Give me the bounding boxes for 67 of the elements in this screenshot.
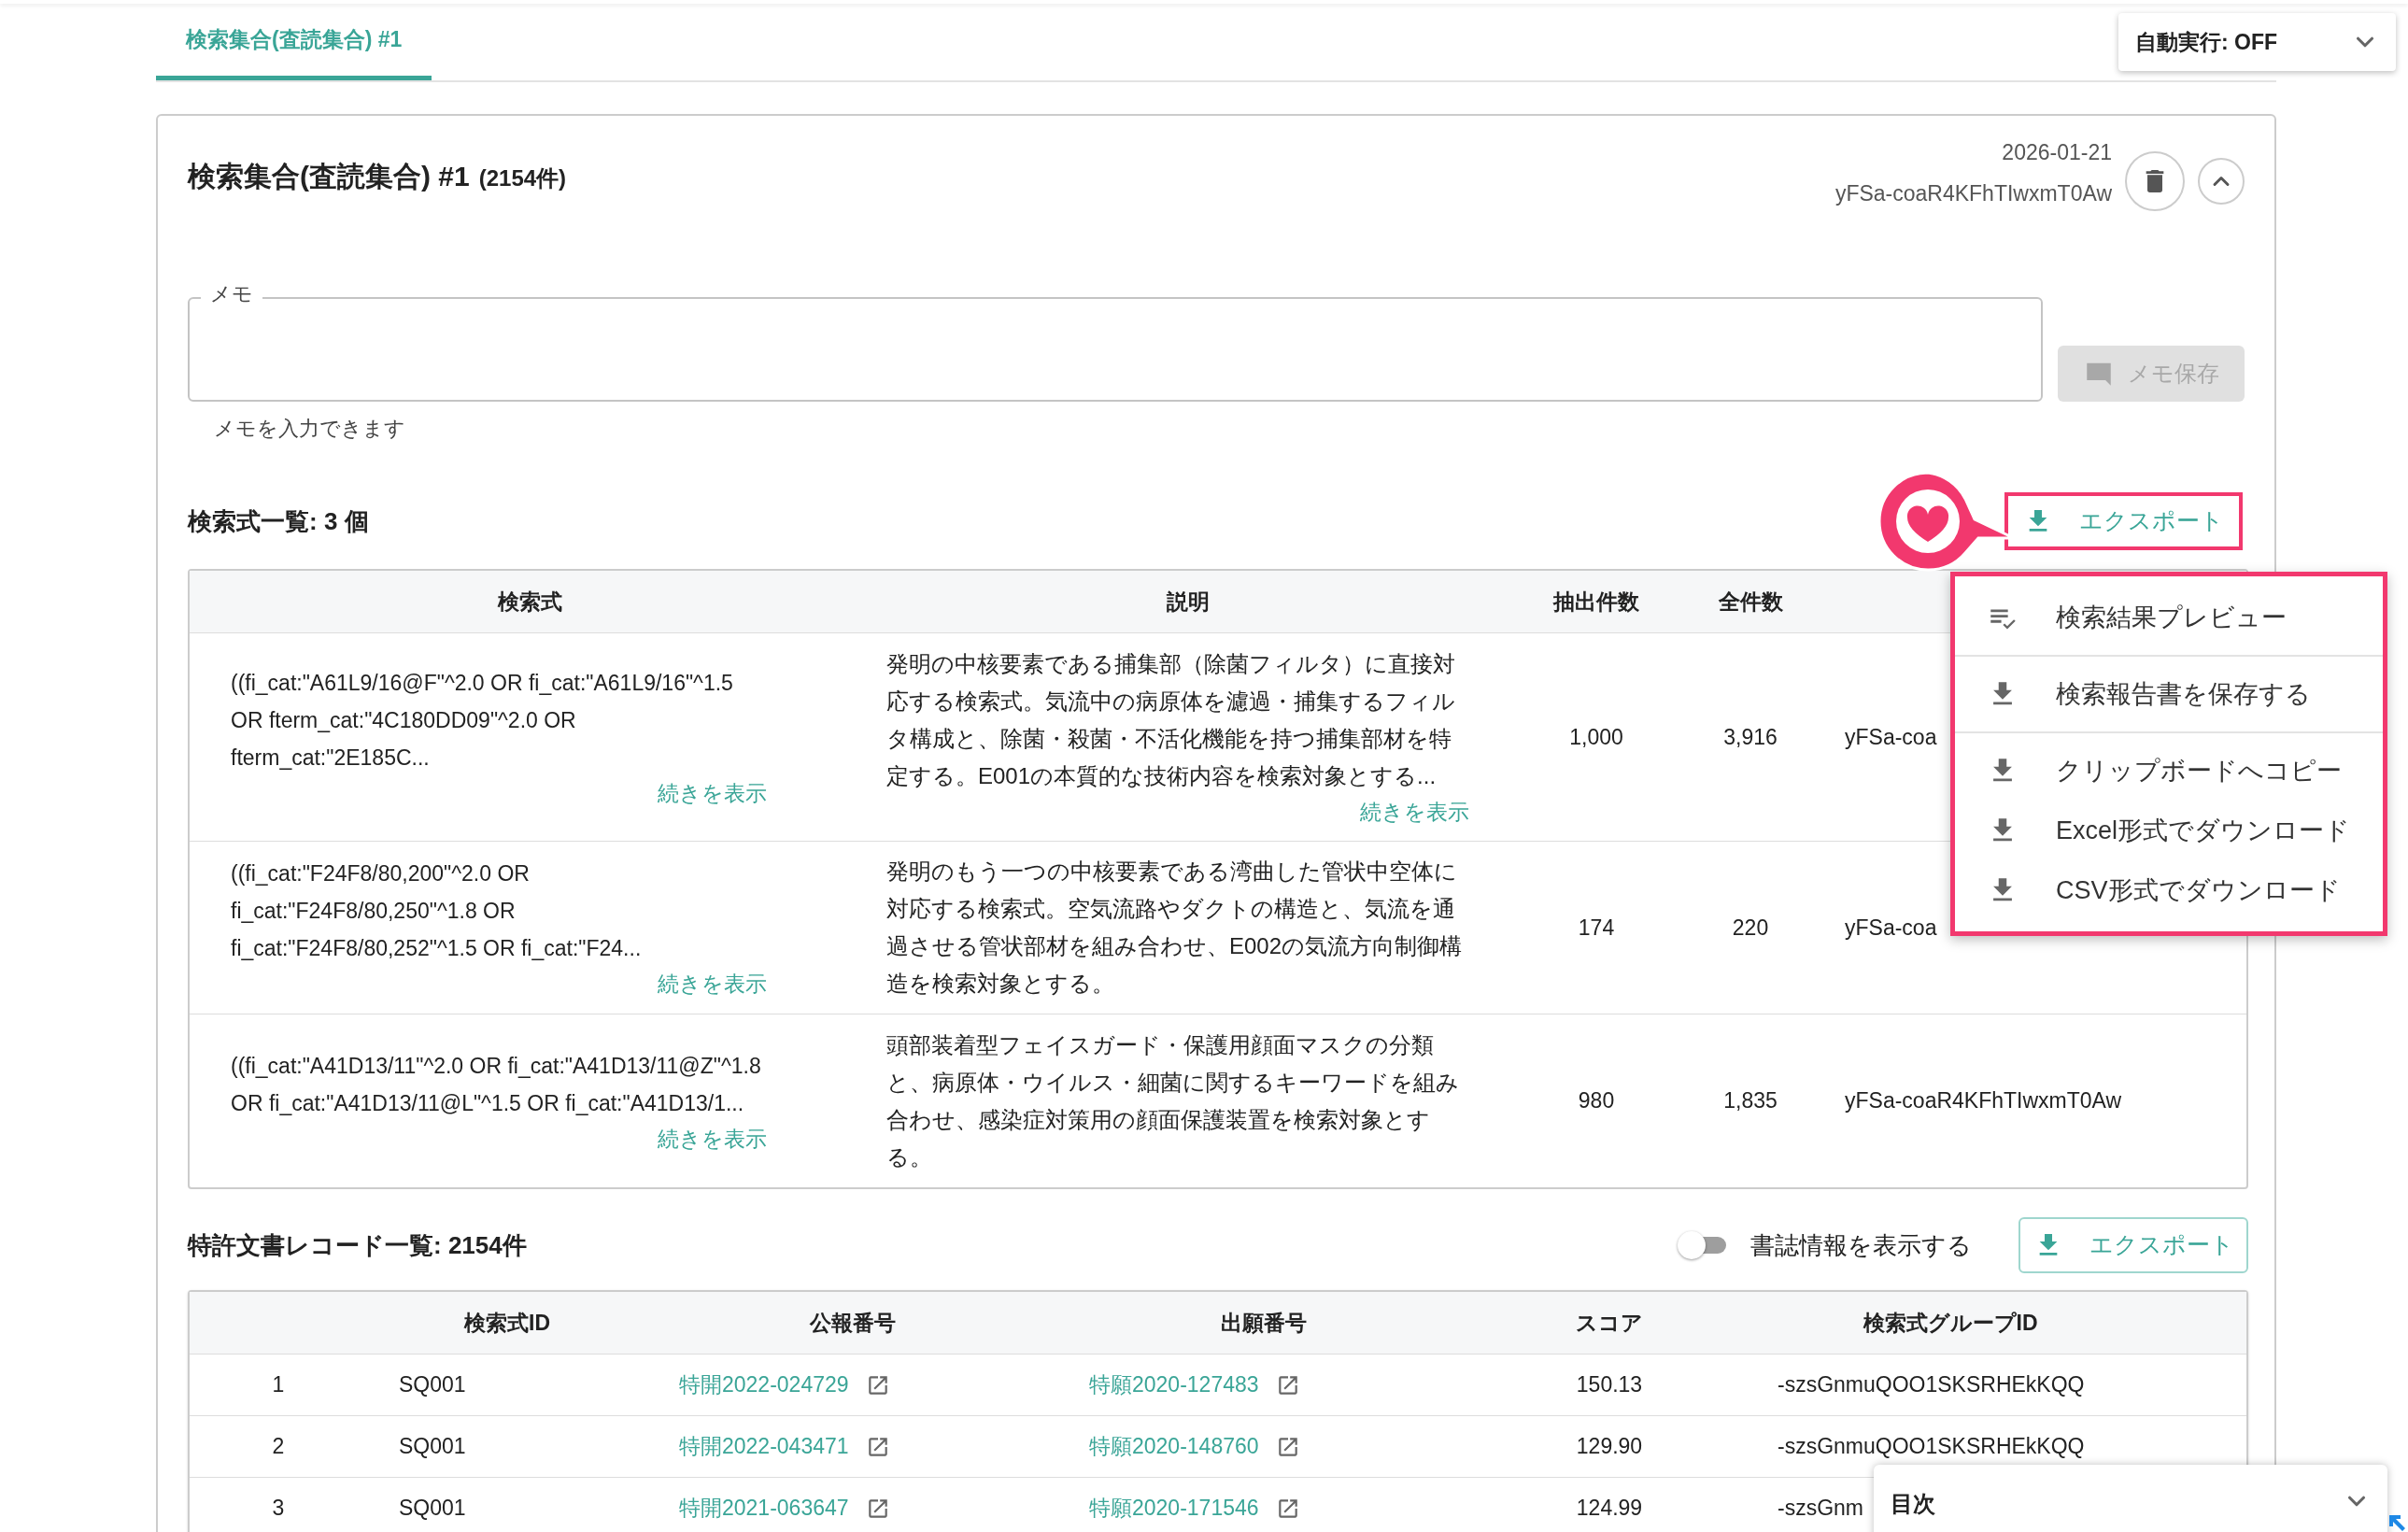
- publication-link[interactable]: 特開2022-043471: [679, 1430, 849, 1463]
- application-link[interactable]: 特願2020-171546: [1089, 1492, 1259, 1525]
- publication-link[interactable]: 特開2022-024729: [679, 1369, 849, 1401]
- show-more-link[interactable]: 続きを表示: [658, 967, 767, 1000]
- column-header: 検索式グループID: [1863, 1309, 2038, 1337]
- column-header: 抽出件数: [1553, 588, 1639, 616]
- query-text: ((fi_cat:"A41D13/11"^2.0 OR fi_cat:"A41D13/11@Z"^1.8 OR fi_cat:"A41D13/11@L"^1.5 OR fi_cat:"A41D13/1...: [231, 1052, 762, 1117]
- table-cell-text: 3,916: [1723, 723, 1778, 751]
- table-cell-text: 220: [1732, 914, 1769, 942]
- row-number: 1: [272, 1371, 285, 1399]
- menu-item[interactable]: Excel形式でダウンロード: [1955, 801, 2383, 860]
- application-link[interactable]: 特願2020-127483: [1089, 1369, 1259, 1401]
- query-text: ((fi_cat:"A61L9/16@F"^2.0 OR fi_cat:"A61L9/16"^1.5 OR fterm_cat:"4C180DD09"^2.0 OR fterm_cat:"2E185C...: [231, 670, 734, 772]
- table-cell-text: 124.99: [1576, 1495, 1643, 1523]
- table-cell: SQ001: [399, 1496, 466, 1521]
- toc-panel[interactable]: 目次: [1874, 1465, 2387, 1532]
- column-header: 説明: [1167, 588, 1210, 616]
- column-header: 全件数: [1718, 588, 1783, 616]
- export-button[interactable]: エクスポート: [2004, 492, 2243, 550]
- arrow-icon: [2387, 1513, 2406, 1532]
- show-more-link[interactable]: 続きを表示: [658, 776, 767, 810]
- set-id: yFSa-coaR4KFhTIwxmT0Aw: [1834, 180, 2112, 207]
- table-cell: SQ001: [399, 1434, 466, 1459]
- auto-run-dropdown[interactable]: 自動実行: OFF: [2118, 13, 2396, 71]
- column-header: 検索式ID: [464, 1309, 550, 1337]
- collapse-button[interactable]: [2198, 158, 2245, 205]
- table-cell: -szsGnmuQOO1SKSRHEkKQQ: [1778, 1434, 2085, 1459]
- show-more-link[interactable]: 続きを表示: [658, 1121, 767, 1156]
- result-count: (2154件): [478, 164, 567, 192]
- table-cell: yFSa-coa: [1845, 724, 1937, 749]
- description-text: 発明のもう一つの中核要素である湾曲した管状中空体に対応する検索式。空気流路やダクトの構造と、気流を通過させる管状部材を組み合わせ、E002の気流方向制御構造を検索対象とする。: [886, 858, 1464, 998]
- column-header: 出願番号: [1221, 1309, 1307, 1337]
- table-cell: yFSa-coaR4KFhTIwxmT0Aw: [1845, 1088, 2122, 1114]
- column-header: 公報番号: [810, 1309, 896, 1337]
- delete-button[interactable]: [2125, 151, 2185, 211]
- menu-item[interactable]: CSV形式でダウンロード: [1955, 860, 2383, 920]
- query-text: ((fi_cat:"F24F8/80,200"^2.0 OR fi_cat:"F24F8/80,250"^1.8 OR fi_cat:"F24F8/80,252"^1.5 OR fi_cat:"F24...: [231, 860, 643, 962]
- table-cell: SQ001: [399, 1372, 466, 1397]
- menu-item[interactable]: 検索結果プレビュー: [1955, 588, 2383, 647]
- application-link[interactable]: 特願2020-148760: [1089, 1430, 1259, 1463]
- table-cell-text: 174: [1578, 914, 1615, 942]
- description-text: 発明の中核要素である捕集部（除菌フィルタ）に直接対応する検索式。気流中の病原体を濾過・捕集するフィルタ構成と、除菌・殺菌・不活化機能を持つ捕集部材を特定する。E001の本質的な技術内容を検索対象とする...: [886, 650, 1456, 790]
- menu-item[interactable]: クリップボードへコピー: [1955, 741, 2383, 801]
- table-cell: -szsGnmuQOO1SKSRHEkKQQ: [1778, 1372, 2085, 1397]
- card-title: 検索集合(査読集合) #1: [188, 160, 470, 193]
- table-cell: -szsGnm: [1778, 1496, 1863, 1521]
- table-cell: yFSa-coa: [1845, 915, 1937, 940]
- column-header: スコア: [1576, 1309, 1643, 1337]
- column-header: 検索式: [497, 588, 562, 616]
- table-cell-text: 980: [1578, 1087, 1615, 1115]
- publication-link[interactable]: 特開2021-063647: [679, 1492, 849, 1525]
- toggle-label: 書誌情報を表示する: [1750, 1229, 1972, 1261]
- created-date: 2026-01-21: [2002, 138, 2112, 166]
- show-more-link[interactable]: 続きを表示: [1360, 795, 1469, 829]
- section-heading: 検索式一覧: 3 個: [188, 505, 369, 537]
- row-number: 2: [272, 1433, 285, 1461]
- menu-item[interactable]: 検索報告書を保存する: [1955, 664, 2383, 724]
- table-cell-text: 150.13: [1576, 1371, 1643, 1399]
- row-number: 3: [272, 1495, 285, 1523]
- table-cell-text: 1,000: [1569, 723, 1623, 751]
- section-heading: 特許文書レコード一覧: 2154件: [188, 1229, 527, 1261]
- tab[interactable]: 検索集合(査読集合) #1: [156, 4, 432, 80]
- table-cell-text: 129.90: [1576, 1433, 1643, 1461]
- memo-helper-text: メモを入力できます: [214, 416, 405, 442]
- table-cell-text: 1,835: [1723, 1087, 1778, 1115]
- description-text: 頭部装着型フェイスガード・保護用顔面マスクの分類と、病原体・ウイルス・細菌に関するキーワードを組み合わせ、感染症対策用の顔面保護装置を検索対象とする。: [886, 1030, 1460, 1171]
- export-button[interactable]: エクスポート: [2018, 1217, 2248, 1273]
